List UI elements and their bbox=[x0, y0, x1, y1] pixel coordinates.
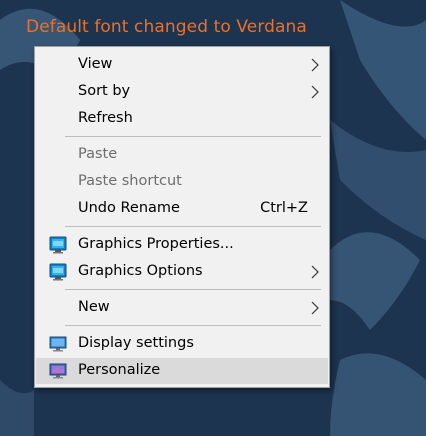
menu-item-label: New bbox=[78, 299, 110, 315]
graphics-icon bbox=[49, 263, 67, 281]
caption-text: Default font changed to Verdana bbox=[26, 17, 307, 37]
menu-item-view[interactable]: View bbox=[36, 52, 328, 78]
menu-item-graphics-properties[interactable]: Graphics Properties... bbox=[36, 232, 328, 258]
personalize-icon bbox=[49, 363, 67, 379]
menu-item-label: Personalize bbox=[78, 362, 161, 378]
chevron-right-icon bbox=[311, 301, 319, 315]
graphics-icon bbox=[49, 236, 67, 254]
display-icon bbox=[49, 336, 67, 352]
menu-item-label: Graphics Properties... bbox=[78, 236, 234, 252]
menu-separator bbox=[65, 136, 321, 137]
chevron-right-icon bbox=[311, 85, 319, 99]
chevron-right-icon bbox=[311, 58, 319, 72]
menu-item-personalize[interactable]: Personalize bbox=[36, 358, 328, 384]
menu-item-display-settings[interactable]: Display settings bbox=[36, 331, 328, 357]
menu-item-label: Paste shortcut bbox=[78, 173, 182, 189]
menu-separator bbox=[65, 226, 321, 227]
menu-item-refresh[interactable]: Refresh bbox=[36, 106, 328, 132]
menu-item-new[interactable]: New bbox=[36, 295, 328, 321]
menu-item-label: Display settings bbox=[78, 335, 194, 351]
menu-item-sort-by[interactable]: Sort by bbox=[36, 79, 328, 105]
menu-item-paste-shortcut[interactable]: Paste shortcut bbox=[36, 169, 328, 195]
desktop-context-menu: View Sort by Refresh Paste Paste shortcu… bbox=[34, 46, 330, 388]
menu-separator bbox=[65, 325, 321, 326]
menu-item-graphics-options[interactable]: Graphics Options bbox=[36, 259, 328, 285]
menu-item-label: Graphics Options bbox=[78, 263, 203, 279]
menu-item-undo-rename[interactable]: Undo Rename Ctrl+Z bbox=[36, 196, 328, 222]
chevron-right-icon bbox=[311, 265, 319, 279]
menu-item-label: View bbox=[78, 56, 113, 72]
menu-item-label: Refresh bbox=[78, 110, 133, 126]
menu-item-shortcut: Ctrl+Z bbox=[260, 200, 308, 216]
menu-item-label: Undo Rename bbox=[78, 200, 180, 216]
menu-item-label: Sort by bbox=[78, 83, 131, 99]
menu-separator bbox=[65, 289, 321, 290]
menu-item-paste[interactable]: Paste bbox=[36, 142, 328, 168]
menu-item-label: Paste bbox=[78, 146, 118, 162]
